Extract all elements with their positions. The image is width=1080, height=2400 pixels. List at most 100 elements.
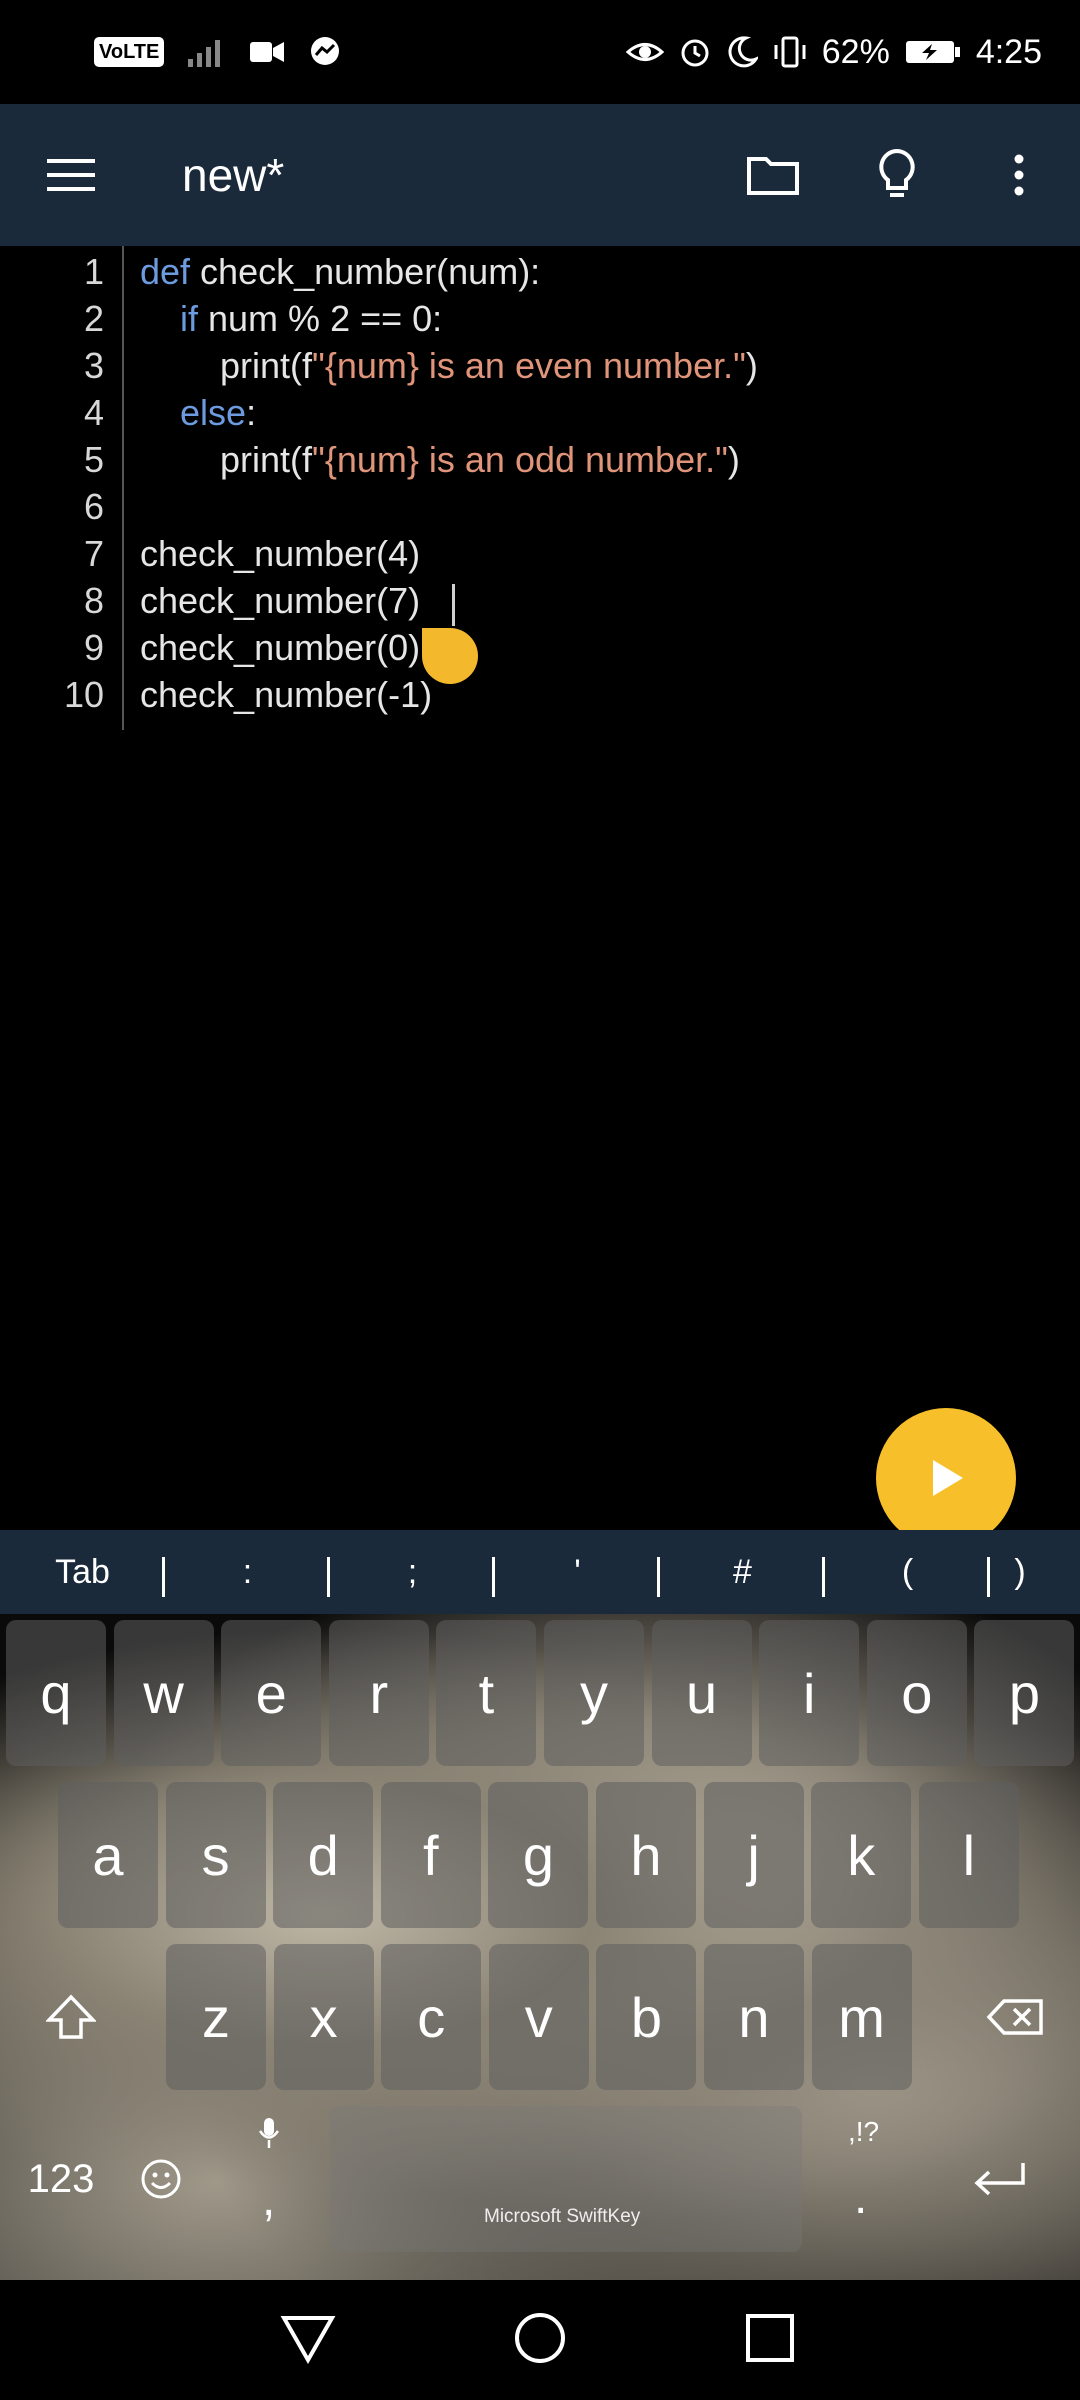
period-label: .: [854, 2171, 868, 2224]
key-x[interactable]: x: [273, 1944, 374, 2090]
messenger-icon: [311, 37, 340, 65]
eye-icon: [625, 43, 664, 61]
code-line[interactable]: else:: [140, 389, 256, 436]
symbol-key[interactable]: (: [825, 1553, 990, 1597]
moon-icon: [728, 36, 758, 68]
key-r[interactable]: r: [328, 1620, 429, 1766]
caret-handle[interactable]: [422, 628, 478, 684]
code-token: ): [745, 345, 758, 386]
code-token: ): [727, 439, 740, 480]
space-key[interactable]: [330, 2106, 802, 2252]
key-n[interactable]: n: [704, 1944, 804, 2090]
key-g[interactable]: g: [488, 1782, 589, 1928]
alarm-icon: [681, 39, 709, 67]
emoji-key[interactable]: [116, 2106, 206, 2252]
line-number: 8: [83, 580, 104, 621]
backspace-icon: [986, 1999, 1043, 2035]
emoji-icon: [141, 2159, 181, 2199]
line-number: 6: [83, 486, 104, 527]
line-number: 3: [83, 345, 104, 386]
key-d[interactable]: d: [273, 1782, 374, 1928]
comma-key[interactable]: ,: [220, 2106, 320, 2252]
line-number: 9: [83, 627, 104, 668]
code-token: check_number(0): [140, 627, 421, 668]
keyword-token: if: [180, 298, 199, 339]
key-y[interactable]: y: [544, 1620, 644, 1766]
battery-icon: [905, 41, 960, 63]
key-o[interactable]: o: [866, 1620, 967, 1766]
shift-key[interactable]: [6, 1944, 136, 2090]
key-l[interactable]: l: [918, 1782, 1019, 1928]
string-token: "{num} is an odd number.": [312, 439, 728, 480]
key-a[interactable]: a: [58, 1782, 158, 1928]
lightbulb-icon[interactable]: [862, 140, 932, 210]
key-s[interactable]: s: [165, 1782, 266, 1928]
code-token: check_number(-1): [140, 674, 433, 715]
text-cursor: [452, 584, 455, 626]
run-button[interactable]: [876, 1408, 1016, 1548]
enter-key[interactable]: [940, 2106, 1060, 2252]
symbol-key[interactable]: ': [495, 1553, 660, 1597]
code-token: num % 2 == 0:: [198, 298, 443, 339]
keyboard-brand: Microsoft SwiftKey: [484, 2206, 641, 2227]
symbol-key[interactable]: #: [660, 1553, 825, 1597]
key-h[interactable]: h: [596, 1782, 696, 1928]
period-key[interactable]: ,!?.: [812, 2106, 920, 2252]
key-p[interactable]: p: [974, 1620, 1075, 1766]
play-icon: [933, 1460, 963, 1496]
symbol-key[interactable]: ): [990, 1553, 1050, 1592]
key-i[interactable]: i: [759, 1620, 860, 1766]
symbol-key[interactable]: :: [165, 1553, 330, 1597]
key-z[interactable]: z: [166, 1944, 266, 2090]
backspace-key[interactable]: [956, 1944, 1074, 2090]
key-w[interactable]: w: [113, 1620, 214, 1766]
home-icon[interactable]: [512, 2310, 568, 2366]
menu-icon[interactable]: [36, 140, 106, 210]
code-line[interactable]: check_number(7): [140, 577, 420, 624]
keyword-token: def: [140, 251, 191, 292]
keyword-token: else: [180, 392, 247, 433]
key-m[interactable]: m: [811, 1944, 912, 2090]
volte-badge: VoLTE: [94, 37, 165, 67]
key-k[interactable]: k: [811, 1782, 912, 1928]
code-token: :: [246, 392, 257, 433]
enter-icon: [974, 2163, 1025, 2196]
code-line[interactable]: print(f"{num} is an even number."): [140, 342, 758, 389]
mic-icon: [258, 2118, 280, 2148]
status-left: VoLTE: [94, 30, 342, 74]
vibrate-icon: [774, 36, 806, 68]
more-vert-icon[interactable]: [984, 140, 1054, 210]
status-bar: VoLTE 62% 4:25: [0, 0, 1080, 104]
line-number: 2: [83, 298, 104, 339]
file-title: new*: [182, 149, 285, 201]
key-b[interactable]: b: [596, 1944, 697, 2090]
code-line[interactable]: if num % 2 == 0:: [140, 295, 442, 342]
recents-icon[interactable]: [744, 2312, 796, 2364]
battery-percent: 62%: [821, 32, 890, 71]
code-token: print(f: [140, 345, 313, 386]
code-line[interactable]: print(f"{num} is an odd number."): [140, 436, 740, 483]
code-line[interactable]: def check_number(num):: [140, 248, 540, 295]
symbol-key[interactable]: ;: [330, 1553, 495, 1597]
key-u[interactable]: u: [651, 1620, 752, 1766]
back-icon[interactable]: [280, 2312, 336, 2364]
line-number: 7: [83, 533, 104, 574]
symbol-key[interactable]: Tab: [0, 1553, 165, 1597]
code-line[interactable]: check_number(4): [140, 530, 420, 577]
code-token: check_number(4): [140, 533, 421, 574]
code-line[interactable]: check_number(0): [140, 624, 420, 671]
key-t[interactable]: t: [436, 1620, 537, 1766]
string-token: "{num} is an even number.": [312, 345, 746, 386]
key-v[interactable]: v: [488, 1944, 589, 2090]
code-line[interactable]: check_number(-1): [140, 671, 432, 718]
key-c[interactable]: c: [381, 1944, 482, 2090]
numbers-key[interactable]: 123: [6, 2106, 116, 2252]
key-f[interactable]: f: [380, 1782, 481, 1928]
key-j[interactable]: j: [703, 1782, 804, 1928]
key-q[interactable]: q: [6, 1620, 106, 1766]
key-e[interactable]: e: [221, 1620, 322, 1766]
line-number: 4: [83, 392, 104, 433]
folder-icon[interactable]: [738, 140, 808, 210]
